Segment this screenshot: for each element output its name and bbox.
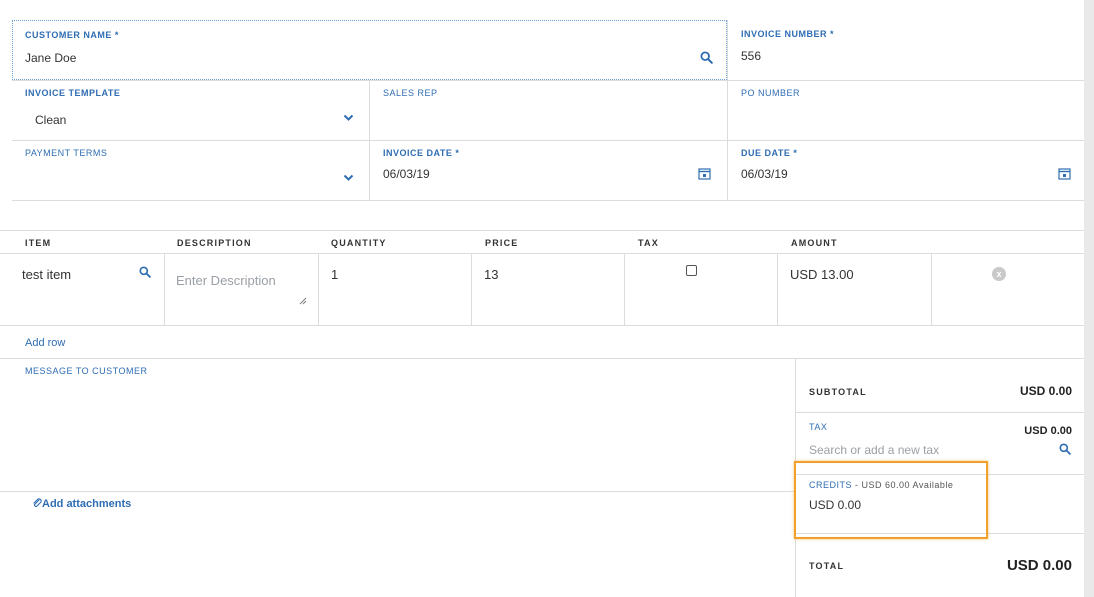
calendar-icon[interactable] [698,167,711,180]
search-icon[interactable] [139,266,151,278]
invoice-template-select[interactable]: Clean [35,113,66,127]
column-header-price: PRICE [485,238,519,248]
invoice-template-label: INVOICE TEMPLATE [25,88,121,98]
column-header-amount: AMOUNT [791,238,838,248]
message-label: MESSAGE TO CUSTOMER [25,366,148,376]
search-icon[interactable] [1059,443,1071,455]
item-input[interactable]: test item [22,267,71,282]
column-header-item: ITEM [25,238,52,248]
column-header-description: DESCRIPTION [177,238,252,248]
calendar-icon[interactable] [1058,167,1071,180]
payment-terms-select[interactable] [13,141,368,199]
po-number-field[interactable] [728,81,1084,139]
amount-value: USD 13.00 [790,267,854,282]
sales-rep-field[interactable] [370,81,726,139]
add-attachments-link[interactable]: Add attachments [32,497,131,510]
invoice-number-label: INVOICE NUMBER * [741,29,835,39]
message-textarea[interactable] [12,378,792,490]
credits-highlight-box [794,461,988,539]
table-row [0,253,1084,325]
invoice-date-value[interactable]: 06/03/19 [383,167,430,181]
invoice-date-label: INVOICE DATE * [383,148,460,158]
customer-name-value[interactable]: Jane Doe [25,51,76,65]
add-row-link[interactable]: Add row [25,337,65,349]
page-scroll-gutter [1084,0,1094,597]
price-input[interactable]: 13 [484,267,498,282]
total-label: TOTAL [809,561,845,571]
total-value: USD 0.00 [1006,557,1072,574]
tax-label: TAX [809,422,828,432]
search-icon[interactable] [700,51,713,64]
chevron-down-icon[interactable] [343,174,354,182]
invoice-form: CUSTOMER NAME * Jane Doe INVOICE NUMBER … [0,0,1084,597]
paperclip-icon [32,497,42,508]
tax-search-input[interactable]: Search or add a new tax [809,443,939,457]
tax-checkbox[interactable] [686,265,697,276]
description-textarea[interactable]: Enter Description [176,273,276,288]
due-date-label: DUE DATE * [741,148,798,158]
subtotal-value: USD 0.00 [1019,384,1072,398]
column-header-quantity: QUANTITY [331,238,387,248]
resize-grip-icon[interactable] [299,297,307,305]
customer-name-field[interactable] [12,20,727,80]
invoice-number-value[interactable]: 556 [741,49,761,63]
add-attachments-label: Add attachments [42,498,132,510]
remove-row-icon[interactable]: x [992,267,1006,281]
chevron-down-icon[interactable] [343,114,354,122]
tax-value: USD 0.00 [1024,425,1072,437]
subtotal-label: SUBTOTAL [809,387,867,397]
due-date-value[interactable]: 06/03/19 [741,167,788,181]
customer-name-label: CUSTOMER NAME * [25,30,119,40]
column-header-tax: TAX [638,238,659,248]
quantity-input[interactable]: 1 [331,267,338,282]
